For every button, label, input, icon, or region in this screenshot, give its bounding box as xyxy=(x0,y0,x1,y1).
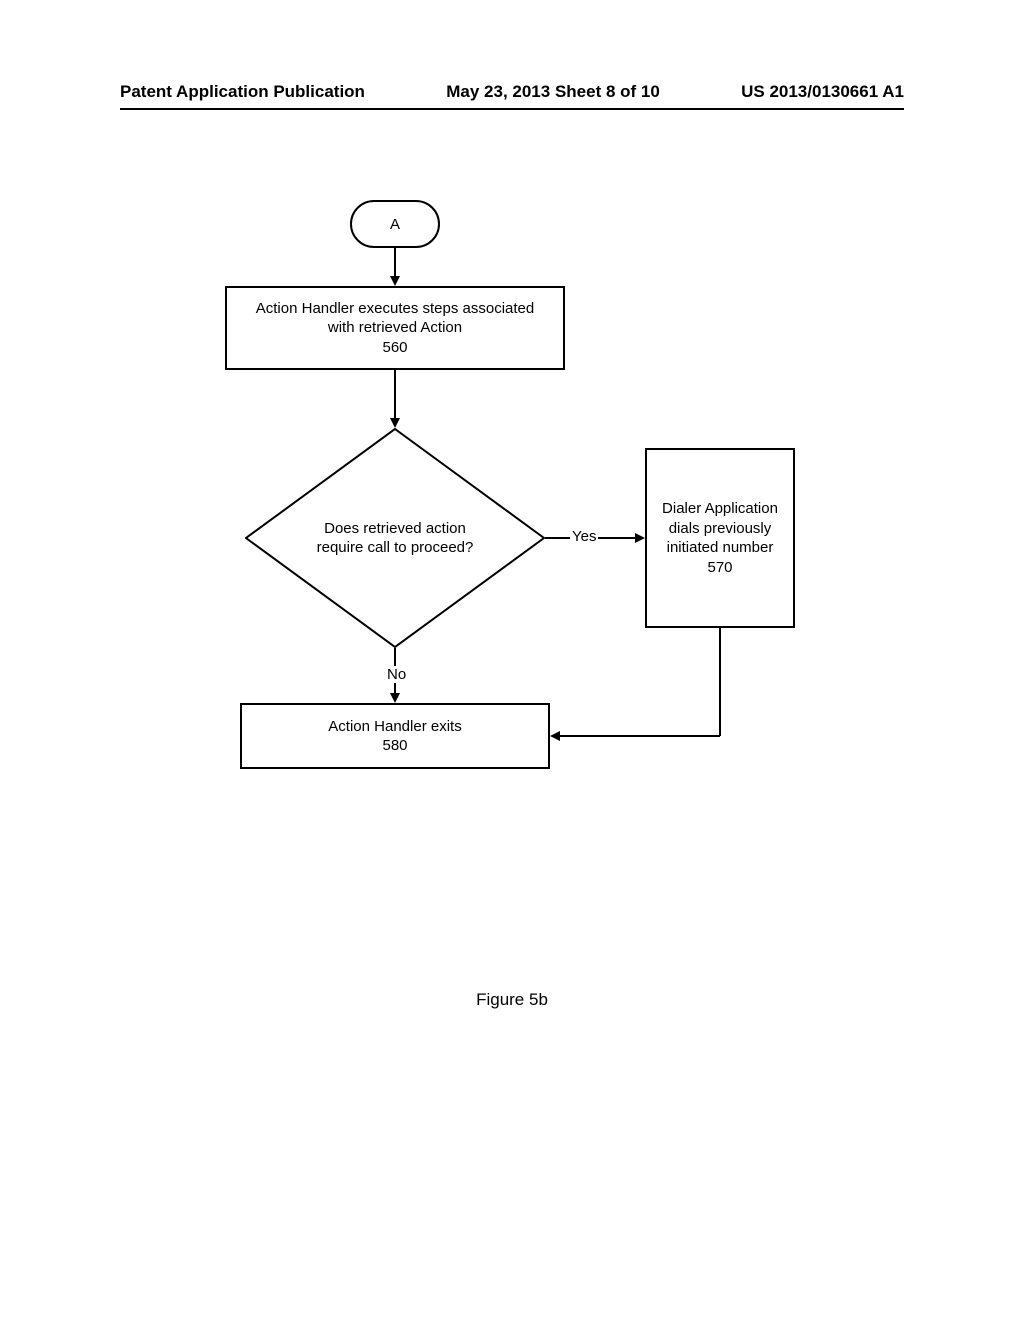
step-570: Dialer Application dials previously init… xyxy=(645,448,795,628)
step570-line1: Dialer Application xyxy=(662,499,778,519)
header-rule xyxy=(120,108,904,110)
step580-num: 580 xyxy=(328,736,461,756)
arrow-a-560 xyxy=(390,248,400,286)
step-580: Action Handler exits 580 xyxy=(240,703,550,769)
step560-line2: with retrieved Action xyxy=(256,318,535,338)
step560-line1: Action Handler executes steps associated xyxy=(256,299,535,319)
decision-line1: Does retrieved action xyxy=(317,519,474,539)
connector-a: A xyxy=(350,200,440,248)
step570-line3: initiated number xyxy=(662,538,778,558)
decision-line2: require call to proceed? xyxy=(317,538,474,558)
step560-num: 560 xyxy=(256,338,535,358)
connector-label: A xyxy=(390,216,400,233)
flowchart: A Action Handler executes steps associat… xyxy=(0,190,1024,1090)
edge-no-label: No xyxy=(385,666,408,683)
edge-yes-label: Yes xyxy=(570,528,598,545)
step580-line1: Action Handler exits xyxy=(328,717,461,737)
decision: Does retrieved action require call to pr… xyxy=(245,428,545,648)
page-header: Patent Application Publication May 23, 2… xyxy=(0,82,1024,102)
step-560: Action Handler executes steps associated… xyxy=(225,286,565,370)
step570-num: 570 xyxy=(662,558,778,578)
header-center: May 23, 2013 Sheet 8 of 10 xyxy=(446,82,660,102)
step570-line2: dials previously xyxy=(662,519,778,539)
arrow-570-580 xyxy=(545,628,725,743)
figure-caption: Figure 5b xyxy=(0,990,1024,1010)
arrow-560-decision xyxy=(390,370,400,428)
header-right: US 2013/0130661 A1 xyxy=(741,82,904,102)
header-left: Patent Application Publication xyxy=(120,82,365,102)
